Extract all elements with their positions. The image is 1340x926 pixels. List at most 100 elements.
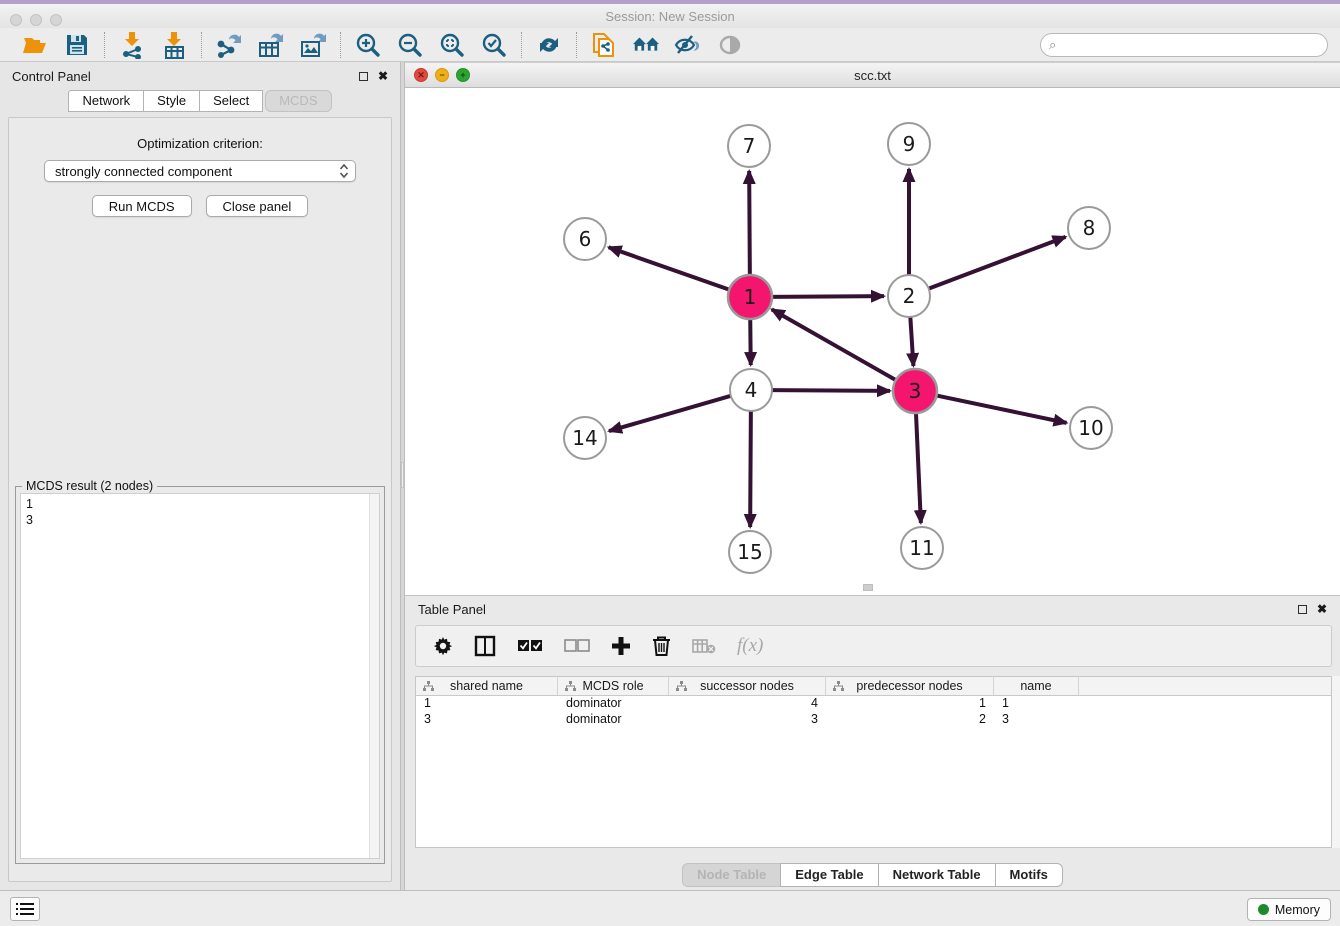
export-image-icon[interactable] xyxy=(299,31,327,59)
table-settings-gear-icon[interactable] xyxy=(433,633,453,659)
edge-4-15[interactable] xyxy=(750,411,751,527)
edge-1-2[interactable] xyxy=(771,296,884,297)
zoom-selected-icon[interactable] xyxy=(480,31,508,59)
hide-graphics-details-icon[interactable] xyxy=(674,31,702,59)
result-scrollbar[interactable] xyxy=(369,494,379,858)
edge-3-1[interactable] xyxy=(772,309,897,380)
window-controls[interactable] xyxy=(10,14,62,26)
run-mcds-button[interactable]: Run MCDS xyxy=(92,195,192,217)
optimization-criterion-select[interactable]: strongly connected component xyxy=(44,160,356,182)
save-session-icon[interactable] xyxy=(63,31,91,59)
cell-shared-name[interactable]: 1 xyxy=(416,696,558,712)
network-window-titlebar[interactable]: ✕ − + scc.txt xyxy=(405,62,1340,88)
show-hide-panels-icon[interactable] xyxy=(632,31,660,59)
task-history-button[interactable] xyxy=(10,897,40,921)
edge-1-6[interactable] xyxy=(609,247,731,290)
import-table-icon[interactable] xyxy=(160,31,188,59)
zoom-fit-icon[interactable] xyxy=(438,31,466,59)
cell-successor-nodes[interactable]: 3 xyxy=(669,712,826,728)
float-panel-icon[interactable] xyxy=(359,72,368,81)
graph-node-15[interactable]: 15 xyxy=(729,531,771,573)
edge-1-7[interactable] xyxy=(749,171,750,276)
edge-4-14[interactable] xyxy=(609,396,731,431)
graph-node-9[interactable]: 9 xyxy=(888,123,930,165)
cell-predecessor-nodes[interactable]: 1 xyxy=(826,696,994,712)
cell-successor-nodes[interactable]: 4 xyxy=(669,696,826,712)
tab-edge-table[interactable]: Edge Table xyxy=(780,863,877,887)
delete-column-icon[interactable] xyxy=(652,633,671,659)
network-close-icon[interactable]: ✕ xyxy=(414,68,428,82)
mcds-result-list[interactable]: 1 3 xyxy=(20,493,380,859)
tab-mcds[interactable]: MCDS xyxy=(265,90,331,112)
toggle-column-panel-icon[interactable] xyxy=(474,633,496,659)
cell-shared-name[interactable]: 3 xyxy=(416,712,558,728)
add-column-icon[interactable] xyxy=(611,633,631,659)
function-builder-icon-disabled: f(x) xyxy=(737,633,763,659)
zoom-out-icon[interactable] xyxy=(396,31,424,59)
graph-node-14[interactable]: 14 xyxy=(564,417,606,459)
close-table-panel-icon[interactable]: ✖ xyxy=(1317,603,1327,615)
table-row[interactable]: 3dominator323 xyxy=(416,712,1331,728)
graph-node-1[interactable]: 1 xyxy=(728,275,772,319)
apply-layout-icon[interactable] xyxy=(535,31,563,59)
zoom-in-icon[interactable] xyxy=(354,31,382,59)
cell-predecessor-nodes[interactable]: 2 xyxy=(826,712,994,728)
control-panel-tabs: NetworkStyleSelectMCDS xyxy=(0,90,400,112)
network-graph[interactable]: 7 9 6 8 1 2 4 3 14 10 15 11 xyxy=(405,88,1340,593)
minimize-window-button[interactable] xyxy=(30,14,42,26)
graph-node-7[interactable]: 7 xyxy=(728,125,770,167)
edge-1-4[interactable] xyxy=(750,318,751,365)
tab-network-table[interactable]: Network Table xyxy=(878,863,995,887)
graph-node-10[interactable]: 10 xyxy=(1070,407,1112,449)
network-minimize-icon[interactable]: − xyxy=(435,68,449,82)
close-panel-button[interactable]: Close panel xyxy=(206,195,309,217)
cell-MCDS-role[interactable]: dominator xyxy=(558,696,669,712)
close-panel-icon[interactable]: ✖ xyxy=(378,70,388,82)
search-input[interactable] xyxy=(1060,38,1327,52)
graph-node-8[interactable]: 8 xyxy=(1068,207,1110,249)
column-header-shared-name[interactable]: shared name xyxy=(416,677,558,695)
graph-node-4[interactable]: 4 xyxy=(730,369,772,411)
memory-button[interactable]: Memory xyxy=(1247,898,1331,921)
float-table-panel-icon[interactable] xyxy=(1298,605,1307,614)
network-canvas[interactable]: 7 9 6 8 1 2 4 3 14 10 15 11 xyxy=(405,88,1340,593)
search-field[interactable]: ⌕ xyxy=(1040,33,1328,57)
tab-node-table[interactable]: Node Table xyxy=(682,863,780,887)
zoom-window-button[interactable] xyxy=(50,14,62,26)
tab-select[interactable]: Select xyxy=(199,90,263,112)
graph-node-6[interactable]: 6 xyxy=(564,218,606,260)
export-table-icon[interactable] xyxy=(257,31,285,59)
graph-node-2[interactable]: 2 xyxy=(888,275,930,317)
node-table[interactable]: shared nameMCDS rolesuccessor nodesprede… xyxy=(415,676,1332,848)
edge-2-3[interactable] xyxy=(910,317,913,366)
edge-3-10[interactable] xyxy=(936,395,1067,423)
column-header-name[interactable]: name xyxy=(994,677,1079,695)
edge-3-11[interactable] xyxy=(916,412,921,523)
open-session-icon[interactable] xyxy=(21,31,49,59)
edge-2-8[interactable] xyxy=(929,237,1066,289)
clone-network-icon[interactable] xyxy=(590,31,618,59)
tab-style[interactable]: Style xyxy=(143,90,199,112)
export-network-icon[interactable] xyxy=(215,31,243,59)
select-all-rows-icon[interactable] xyxy=(517,633,543,659)
splitter-handle[interactable] xyxy=(401,462,404,488)
cell-name[interactable]: 3 xyxy=(994,712,1079,728)
import-network-icon[interactable] xyxy=(118,31,146,59)
column-header-predecessor-nodes[interactable]: predecessor nodes xyxy=(826,677,994,695)
network-zoom-icon[interactable]: + xyxy=(456,68,470,82)
canvas-scroll-handle[interactable] xyxy=(863,584,873,591)
graph-node-11[interactable]: 11 xyxy=(901,527,943,569)
table-row[interactable]: 1dominator411 xyxy=(416,696,1331,712)
graph-node-3[interactable]: 3 xyxy=(893,369,937,413)
cell-MCDS-role[interactable]: dominator xyxy=(558,712,669,728)
close-window-button[interactable] xyxy=(10,14,22,26)
column-header-successor-nodes[interactable]: successor nodes xyxy=(669,677,826,695)
column-header-MCDS-role[interactable]: MCDS role xyxy=(558,677,669,695)
edge-4-3[interactable] xyxy=(772,390,890,391)
tab-motifs[interactable]: Motifs xyxy=(995,863,1063,887)
tab-network[interactable]: Network xyxy=(68,90,143,112)
table-scrollbar[interactable] xyxy=(1331,676,1340,848)
cell-name[interactable]: 1 xyxy=(994,696,1079,712)
deselect-all-rows-icon[interactable] xyxy=(564,633,590,659)
control-panel-title: Control Panel xyxy=(12,69,91,84)
